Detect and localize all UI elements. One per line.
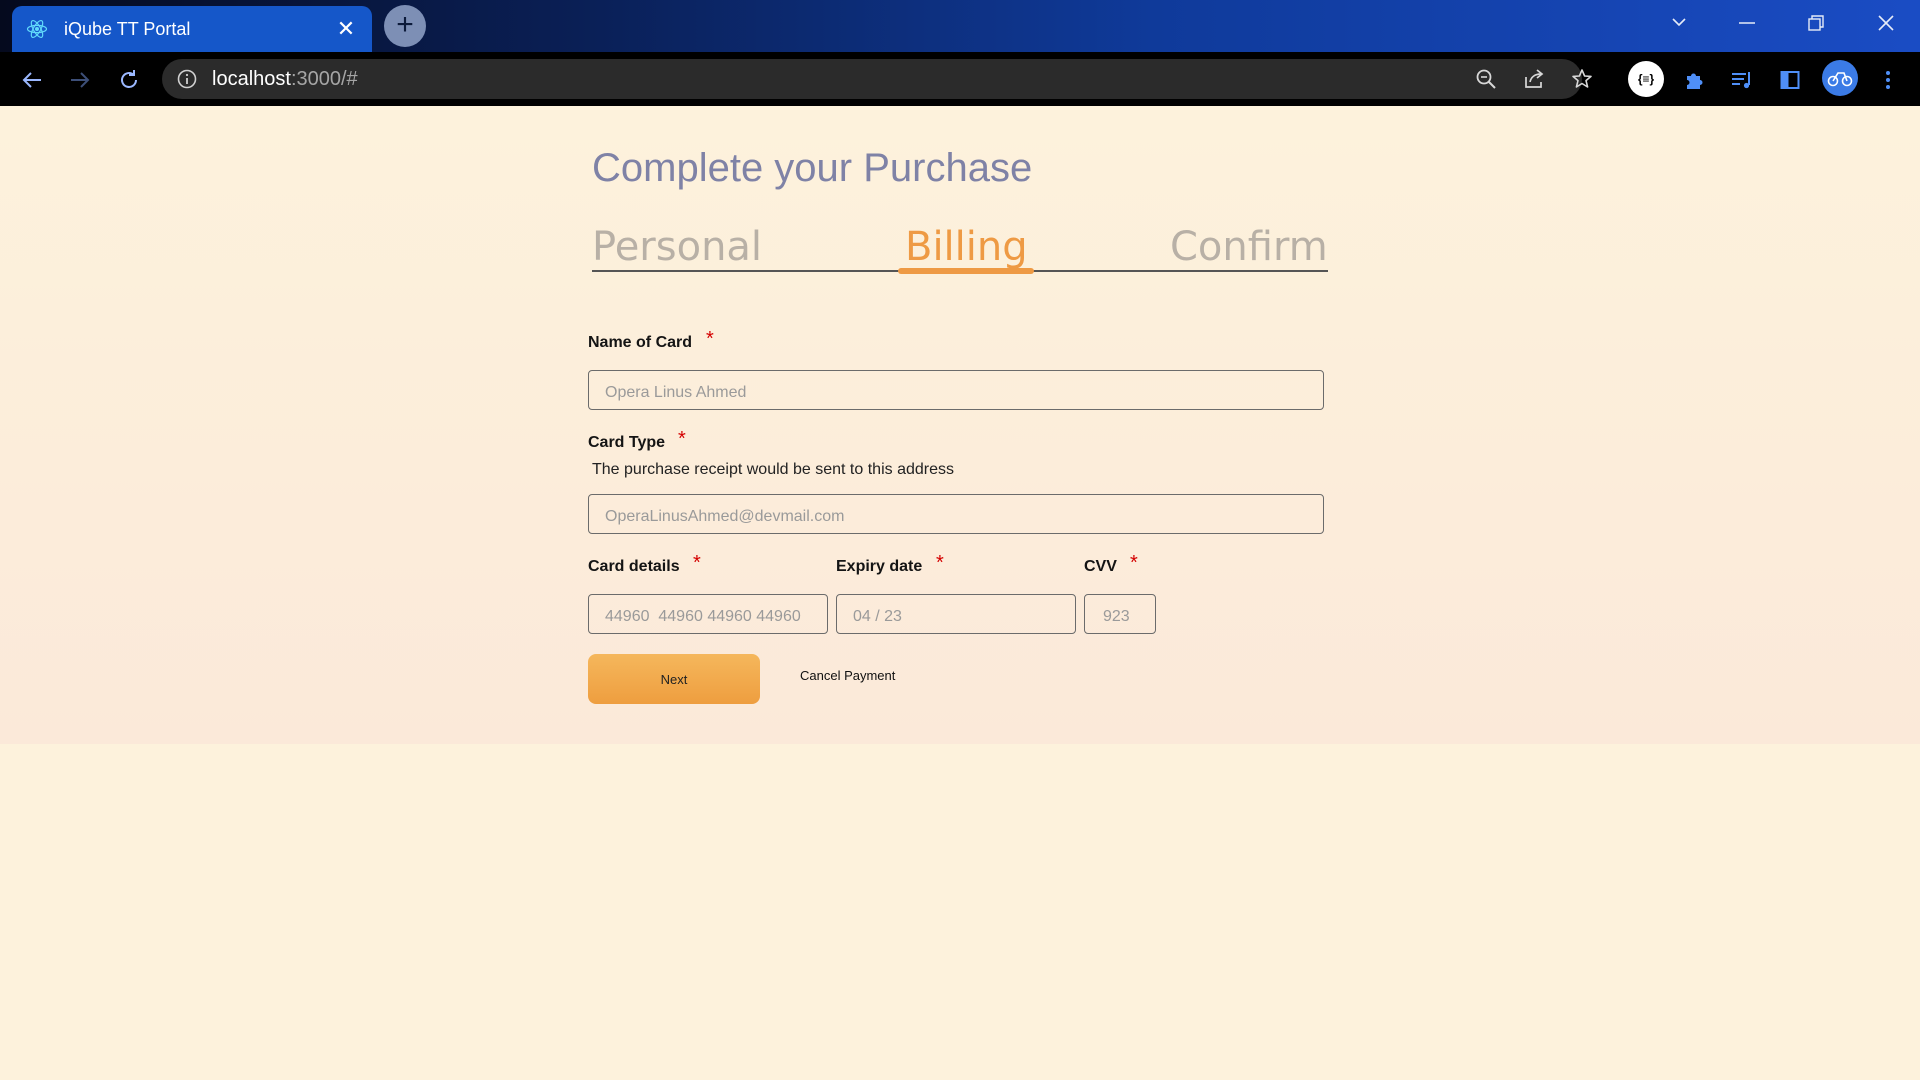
media-control-icon[interactable]: [1726, 64, 1758, 96]
zoom-out-icon[interactable]: [1470, 63, 1502, 95]
checkout-page: Complete your Purchase Personal Billing …: [0, 106, 1920, 744]
address-bar[interactable]: localhost:3000/#: [162, 59, 1592, 99]
card-number-input[interactable]: [588, 594, 828, 634]
browser-toolbar: localhost:3000/# {≡}: [0, 52, 1920, 106]
reload-icon[interactable]: [113, 64, 145, 96]
cancel-payment-button[interactable]: Cancel Payment: [800, 668, 895, 683]
side-panel-icon[interactable]: [1774, 64, 1806, 96]
cvv-label: CVV: [1084, 558, 1117, 575]
tab-search-chevron-icon[interactable]: [1659, 8, 1699, 38]
url-text: localhost:3000/#: [212, 68, 358, 90]
extensions-puzzle-icon[interactable]: [1678, 64, 1710, 96]
required-asterisk: *: [678, 428, 686, 450]
forward-arrow-icon[interactable]: [64, 64, 96, 96]
expiry-date-input[interactable]: [836, 594, 1076, 634]
tab-close-icon[interactable]: ✕: [334, 16, 358, 42]
expiry-date-label: Expiry date: [836, 558, 923, 575]
profile-avatar-icon[interactable]: [1822, 60, 1858, 96]
step-confirm[interactable]: Confirm: [1170, 224, 1328, 270]
browser-tab[interactable]: iQube TT Portal ✕: [12, 6, 372, 52]
card-type-input[interactable]: [588, 494, 1324, 534]
browser-menu-icon[interactable]: [1872, 64, 1904, 96]
checkout-stepper: Personal Billing Confirm: [592, 224, 1328, 274]
name-of-card-label: Name of Card: [588, 334, 693, 351]
back-arrow-icon[interactable]: [16, 64, 48, 96]
minimize-icon[interactable]: [1727, 8, 1767, 38]
required-asterisk: *: [936, 552, 944, 574]
required-asterisk: *: [706, 328, 714, 350]
bookmark-star-icon[interactable]: [1566, 63, 1598, 95]
restore-icon[interactable]: [1796, 8, 1836, 38]
json-extension-icon[interactable]: {≡}: [1628, 61, 1664, 97]
tab-title: iQube TT Portal: [64, 18, 191, 39]
cvv-input[interactable]: [1084, 594, 1156, 634]
step-billing[interactable]: Billing: [905, 224, 1028, 270]
card-details-label: Card details: [588, 558, 680, 575]
card-type-label: Card Type: [588, 434, 666, 451]
site-info-icon[interactable]: [176, 68, 198, 90]
card-type-helper-text: The purchase receipt would be sent to th…: [592, 461, 954, 478]
share-icon[interactable]: [1518, 63, 1550, 95]
name-of-card-input[interactable]: [588, 370, 1324, 410]
next-button[interactable]: Next: [588, 654, 760, 704]
close-window-icon[interactable]: [1866, 8, 1906, 38]
required-asterisk: *: [693, 552, 701, 574]
react-favicon-icon: [26, 18, 48, 40]
page-title: Complete your Purchase: [592, 146, 1033, 190]
browser-tabstrip: iQube TT Portal ✕ +: [0, 0, 1920, 52]
active-step-indicator: [898, 268, 1034, 274]
step-personal[interactable]: Personal: [592, 224, 762, 270]
required-asterisk: *: [1130, 552, 1138, 574]
new-tab-button[interactable]: +: [384, 5, 426, 47]
